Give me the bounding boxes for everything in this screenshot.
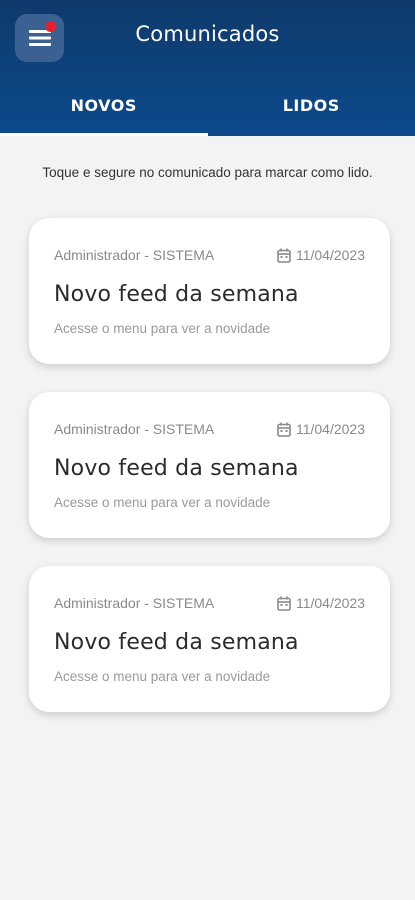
tab-bar: NOVOS LIDOS (0, 74, 415, 136)
app-header: Comunicados NOVOS LIDOS (0, 0, 415, 136)
calendar-icon (277, 248, 291, 263)
calendar-icon (277, 422, 291, 437)
announcement-card[interactable]: Administrador - SISTEMA 11/04/2023 Novo … (29, 218, 390, 364)
card-date: 11/04/2023 (295, 595, 365, 611)
card-description: Acesse o menu para ver a novidade (54, 669, 271, 684)
card-date: 11/04/2023 (295, 247, 365, 263)
card-description: Acesse o menu para ver a novidade (54, 495, 271, 510)
card-date: 11/04/2023 (295, 421, 365, 437)
tab-novos[interactable]: NOVOS (0, 74, 208, 136)
card-title: Novo feed da semana (54, 630, 299, 655)
hint-text: Toque e segure no comunicado para marcar… (42, 165, 373, 180)
card-author: Administrador - SISTEMA (54, 595, 215, 611)
card-author: Administrador - SISTEMA (54, 247, 215, 263)
announcement-card[interactable]: Administrador - SISTEMA 11/04/2023 Novo … (29, 392, 390, 538)
card-author: Administrador - SISTEMA (54, 421, 215, 437)
card-title: Novo feed da semana (54, 282, 299, 307)
tab-lidos[interactable]: LIDOS (208, 74, 415, 136)
card-title: Novo feed da semana (54, 456, 299, 481)
page-title: Comunicados (135, 22, 280, 46)
card-description: Acesse o menu para ver a novidade (54, 321, 271, 336)
calendar-icon (277, 596, 291, 611)
announcement-card[interactable]: Administrador - SISTEMA 11/04/2023 Novo … (29, 566, 390, 712)
